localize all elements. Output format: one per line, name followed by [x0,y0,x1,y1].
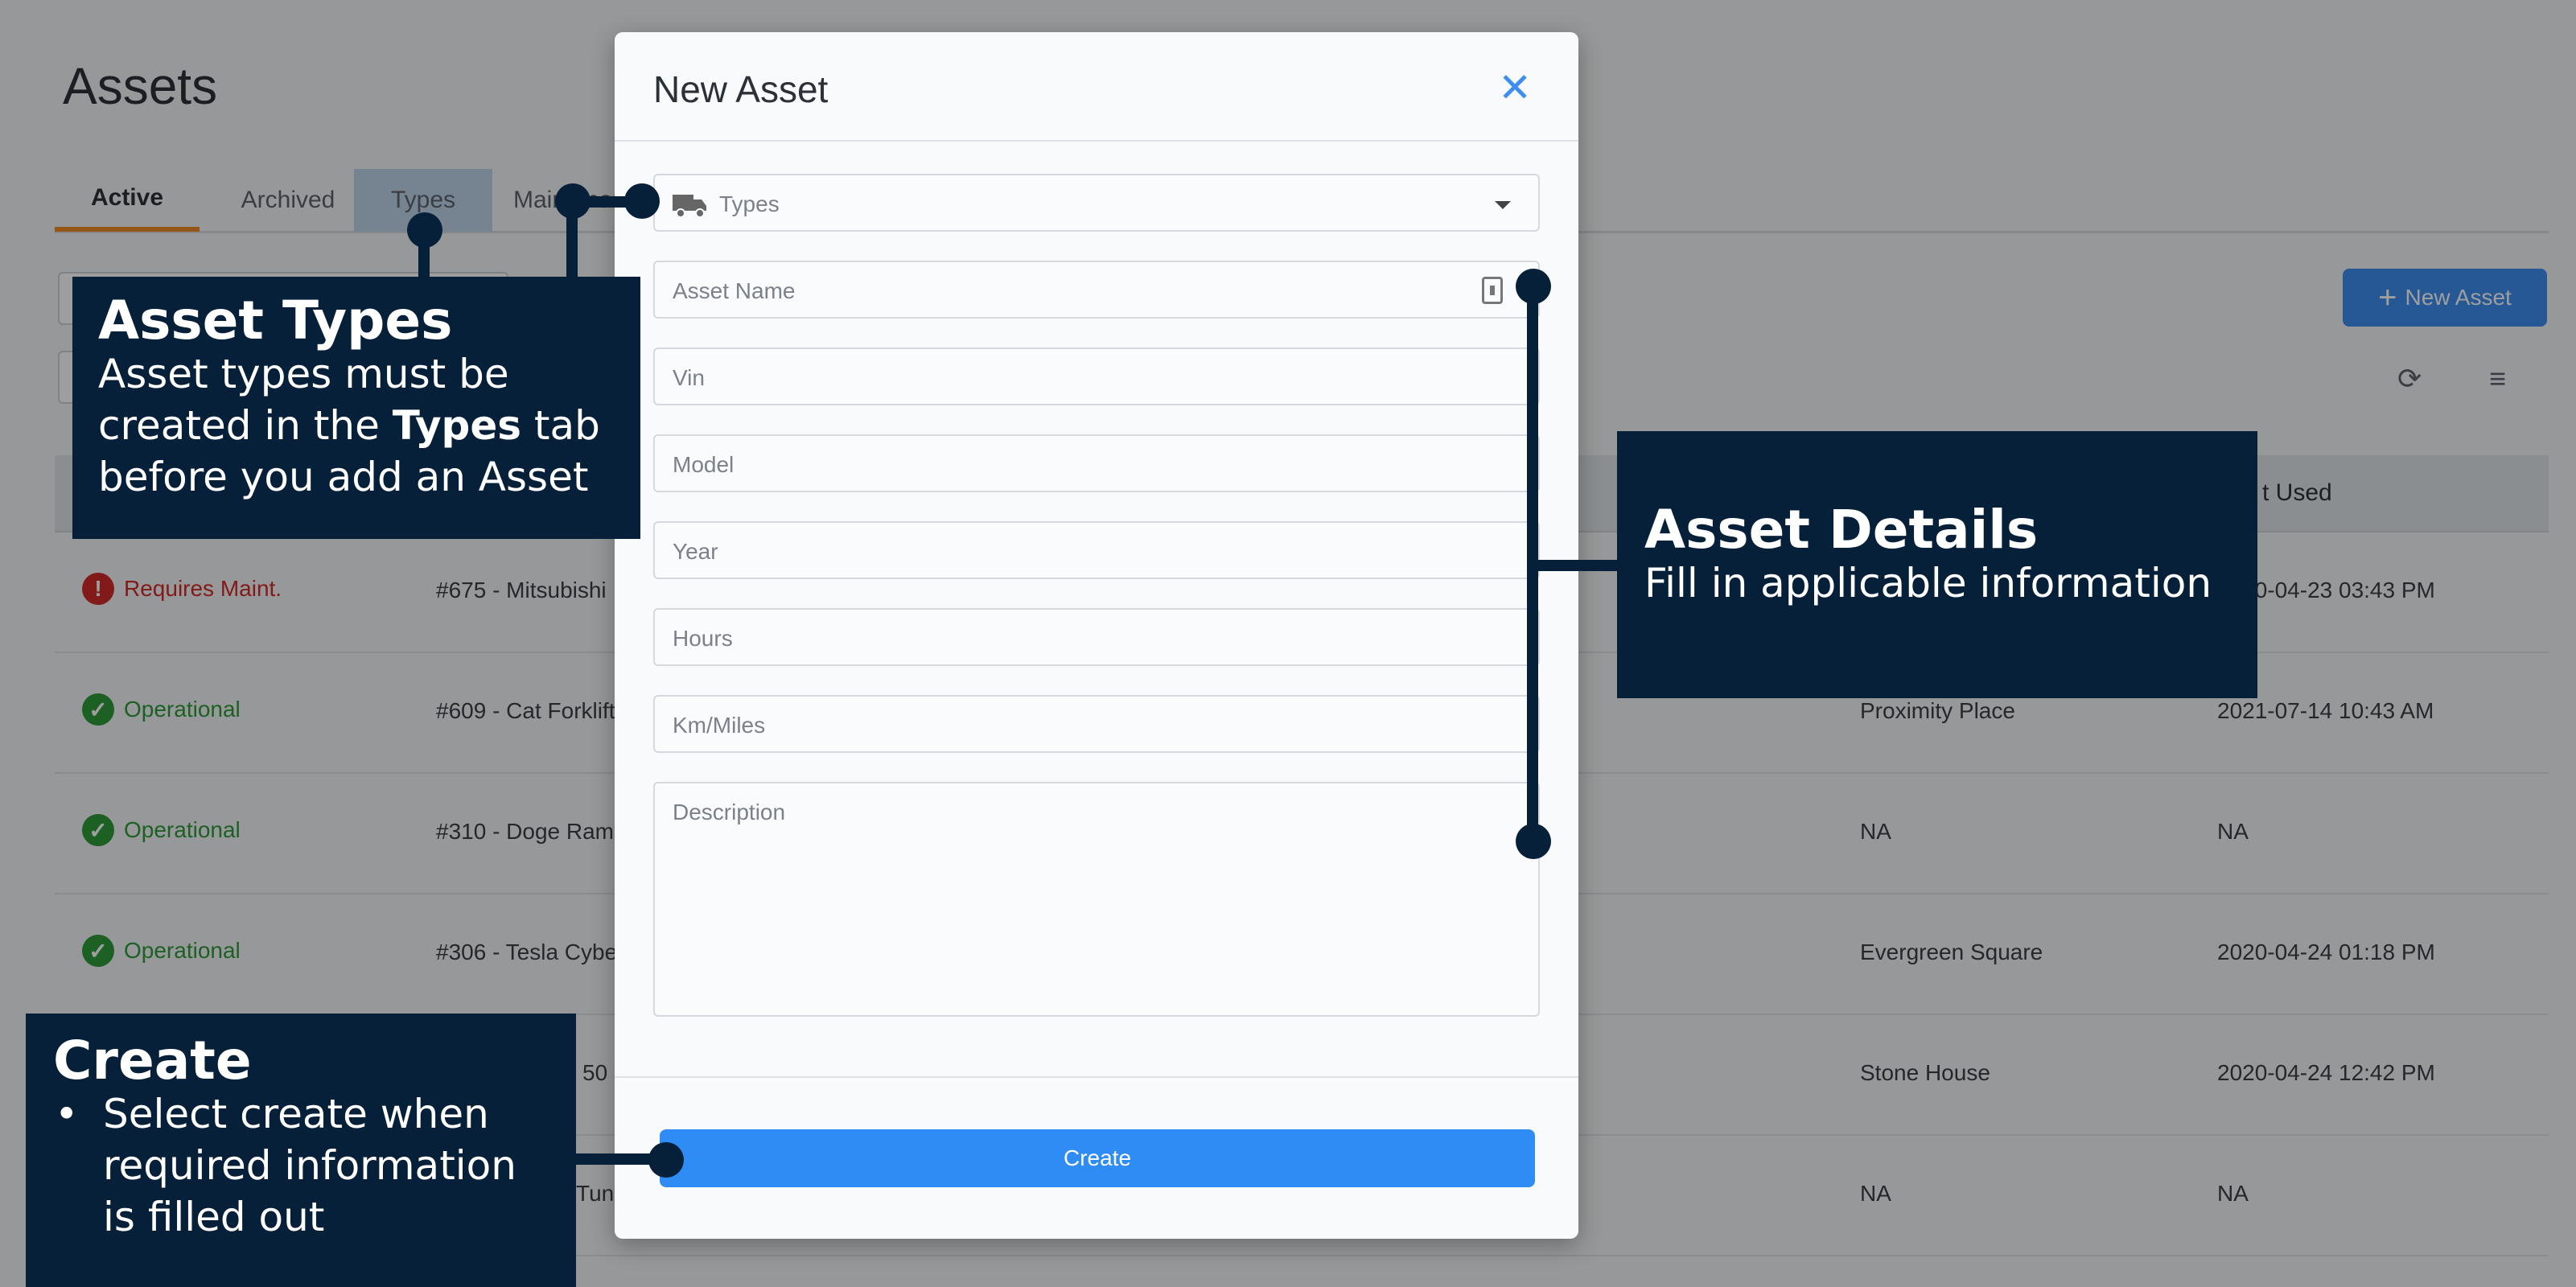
create-callout-title: Create [53,1030,252,1092]
vin-placeholder: Vin [673,365,705,390]
id-badge-icon [1482,277,1503,304]
km-miles-field[interactable]: Km/Miles [653,695,1540,753]
description-field[interactable]: Description [653,782,1540,1017]
hours-placeholder: Hours [673,626,733,651]
dialog-title: New Asset [653,68,829,110]
asset-types-callout-body: Asset types must be created in the Types… [98,348,615,503]
create-connector-knob [648,1142,684,1178]
create-connector-line [574,1153,655,1165]
caret-down-icon [1495,201,1511,209]
details-top-knob [1516,269,1551,304]
create-callout-bullet: Select create when required information … [53,1088,549,1243]
model-placeholder: Model [673,452,735,477]
year-field[interactable]: Year [653,521,1540,579]
asset-types-callout-bold: Types [392,402,522,450]
new-asset-dialog: New Asset ✕ Types Asset Name Vin Model Y… [615,32,1578,1239]
km-miles-placeholder: Km/Miles [673,713,766,738]
asset-types-callout-title: Asset Types [98,290,453,352]
types-connector-knob [407,212,442,248]
create-callout-list: Select create when required information … [53,1088,549,1243]
truck-icon [673,195,706,218]
description-placeholder: Description [673,800,786,824]
asset-details-callout: Asset Details Fill in applicable informa… [1617,431,2257,698]
hours-field[interactable]: Hours [653,608,1540,666]
dialog-footer-divider [615,1076,1578,1078]
vin-field[interactable]: Vin [653,347,1540,405]
asset-details-callout-title: Asset Details [1644,499,2039,561]
create-button[interactable]: Create [660,1129,1535,1187]
details-bottom-knob [1516,824,1551,859]
types-select-knob [624,183,660,219]
types-select[interactable]: Types [653,174,1540,232]
types-tab-knob [555,183,591,219]
asset-types-callout: Asset Types Asset types must be created … [72,277,640,539]
asset-name-placeholder: Asset Name [673,278,796,303]
model-field[interactable]: Model [653,434,1540,492]
details-connector-branch [1533,560,1619,571]
close-icon[interactable]: ✕ [1498,68,1532,108]
asset-details-callout-body: Fill in applicable information [1644,560,2212,607]
asset-name-field[interactable]: Asset Name [653,261,1540,319]
create-callout: Create Select create when required infor… [26,1014,576,1287]
year-placeholder: Year [673,539,718,564]
dialog-header: New Asset ✕ [615,32,1578,142]
types-placeholder: Types [719,191,780,216]
